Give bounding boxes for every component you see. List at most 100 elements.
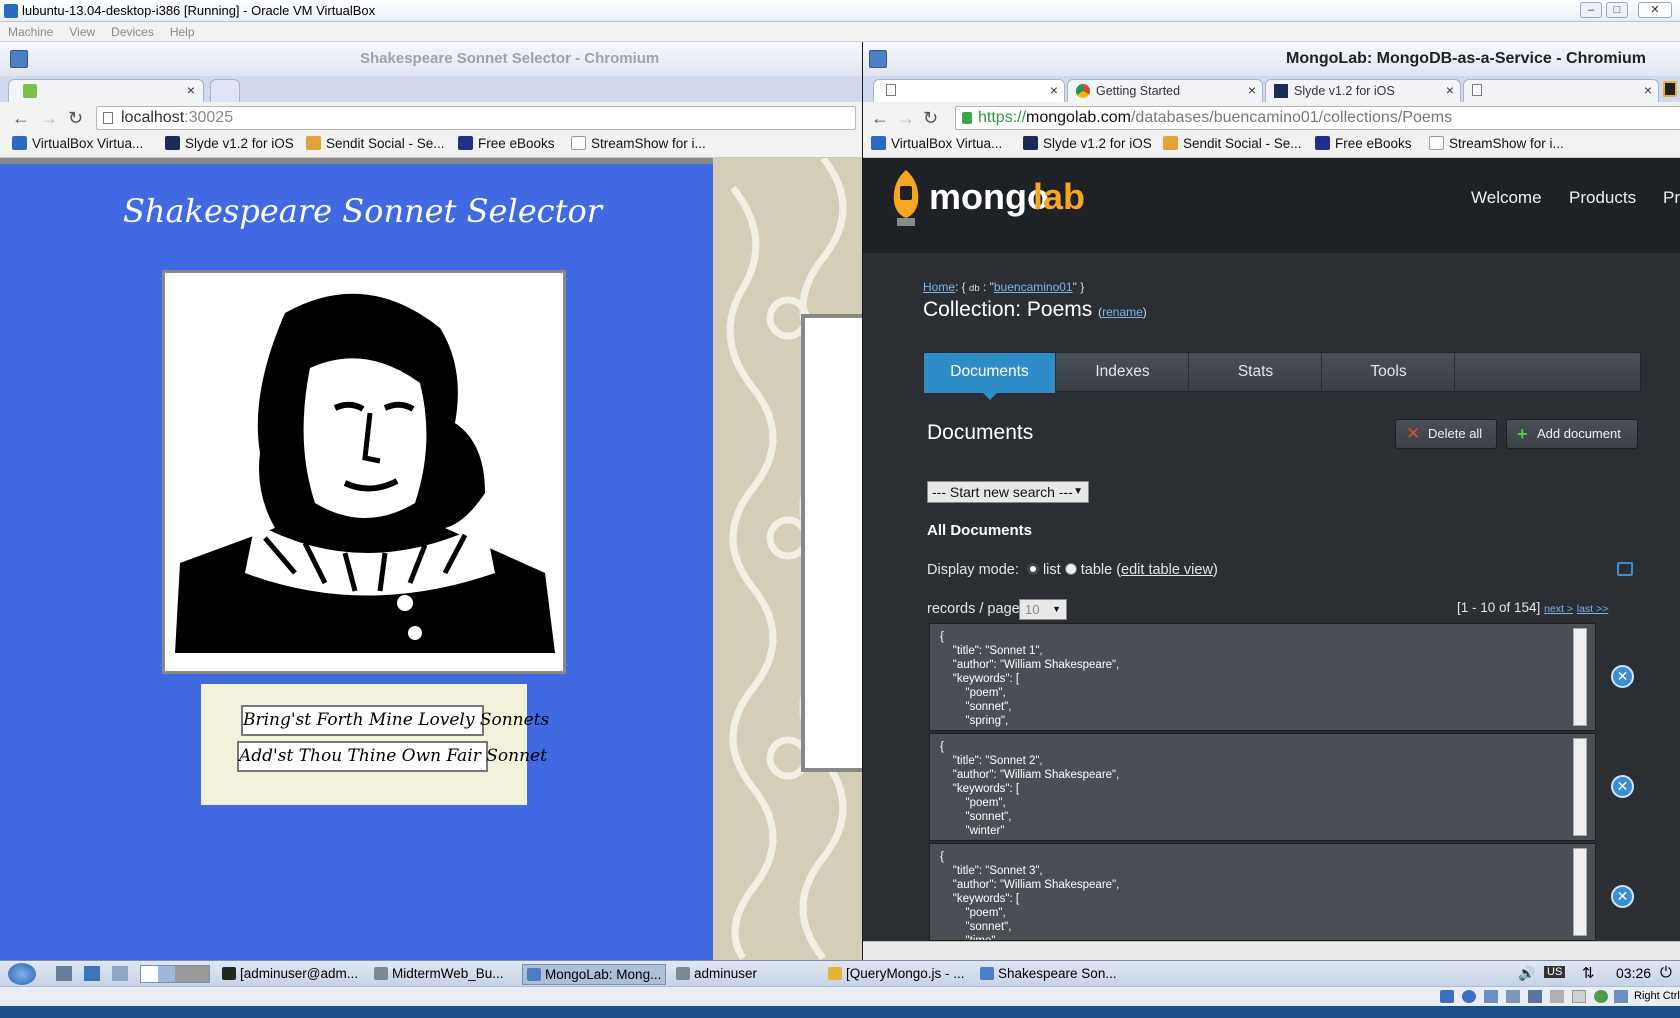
right-tab-blank[interactable]: × [873,79,1065,102]
back-arrow-icon[interactable]: ← [12,108,30,129]
right-tab-blank-2[interactable]: × [1463,79,1659,102]
document-item-1[interactable]: { "title": "Sonnet 1", "author": "Willia… [929,623,1596,731]
document-scrollbar[interactable] [1573,848,1587,936]
reload-icon[interactable]: ↻ [68,108,83,129]
plus-icon: + [1517,424,1528,444]
edit-table-view-link[interactable]: edit table view [1121,562,1213,578]
export-icon[interactable] [1617,562,1633,576]
left-toolbar: ← → ↻ localhost:30025 [0,102,862,132]
file-manager-icon[interactable] [56,966,72,981]
show-desktop-icon[interactable] [112,966,128,981]
tab-tools[interactable]: Tools [1323,353,1455,393]
keyboard-icon[interactable] [1614,990,1628,1003]
left-window-title: Shakespeare Sonnet Selector - Chromium [360,50,660,67]
records-per-page-select[interactable]: 10 ▼ [1019,599,1067,620]
bookmark-sendit[interactable]: Sendit Social - Se... [1163,136,1302,151]
menu-devices[interactable]: Devices [111,22,154,42]
task-adminuser[interactable]: adminuser [676,964,757,985]
ebooks-icon [1315,136,1330,150]
maximize-button[interactable]: □ [1606,2,1628,18]
minimize-button[interactable]: – [1580,2,1602,18]
reload-icon[interactable]: ↻ [923,108,938,129]
task-querymongo[interactable]: [QueryMongo.js - ... [828,964,965,985]
right-tab-slyde[interactable]: Slyde v1.2 for iOS × [1265,79,1461,102]
tab-close-icon[interactable]: × [1446,82,1454,98]
menu-view[interactable]: View [69,22,95,42]
usb-icon[interactable] [1484,990,1498,1003]
brand-lab[interactable]: lab [1033,176,1085,218]
close-button[interactable]: ✕ [1638,2,1672,18]
right-bookmarks-bar: VirtualBox Virtua... Slyde v1.2 for iOS … [863,132,1680,158]
left-tab-active[interactable]: × [8,79,204,102]
capture-icon[interactable] [1572,990,1586,1003]
bookmark-free-ebooks[interactable]: Free eBooks [458,136,555,151]
nav-products[interactable]: Products [1569,188,1636,208]
document-scrollbar[interactable] [1573,738,1587,836]
tab-documents[interactable]: Documents [924,353,1056,393]
task-mongolab[interactable]: MongoLab: Mong... [522,964,667,985]
next-page-link[interactable]: next > [1544,603,1573,615]
document-item-3[interactable]: { "title": "Sonnet 3", "author": "Willia… [929,843,1596,941]
menu-machine[interactable]: Machine [8,22,53,42]
bookmark-slyde[interactable]: Slyde v1.2 for iOS [165,136,294,151]
rename-link[interactable]: rename [1102,305,1143,319]
document-scrollbar[interactable] [1573,628,1587,726]
forward-arrow-icon[interactable]: → [40,108,58,129]
tab-close-icon[interactable]: × [1248,82,1256,98]
left-address-bar[interactable]: localhost:30025 [96,106,856,130]
nav-cutoff[interactable]: Pr [1663,188,1680,208]
mouse-integration-icon[interactable] [1594,990,1608,1003]
radio-table[interactable] [1064,563,1077,575]
delete-all-button[interactable]: ✕ Delete all [1395,419,1497,449]
new-tab-button[interactable] [210,79,240,102]
last-page-link[interactable]: last >> [1577,603,1609,615]
right-address-bar[interactable]: https://mongolab.com/databases/buencamin… [955,106,1680,130]
bookmark-sendit[interactable]: Sendit Social - Se... [306,136,445,151]
bookmark-streamshow[interactable]: StreamShow for i... [571,136,706,151]
delete-document-icon[interactable]: ✕ [1611,775,1634,798]
nav-welcome[interactable]: Welcome [1471,188,1542,208]
tab-close-icon[interactable]: × [1050,82,1058,98]
document-item-2[interactable]: { "title": "Sonnet 2", "author": "Willia… [929,733,1596,841]
bookmark-streamshow[interactable]: StreamShow for i... [1429,136,1564,151]
horizontal-scrollbar[interactable] [863,941,1680,960]
back-arrow-icon[interactable]: ← [871,108,889,129]
bookmark-virtualbox[interactable]: VirtualBox Virtua... [871,136,1002,151]
logout-icon[interactable]: ⏻ [1660,964,1672,981]
network-icon[interactable]: ⇅ [1582,964,1595,982]
forward-arrow-icon[interactable]: → [897,108,915,129]
hdd-icon[interactable] [1440,990,1454,1003]
display-icon[interactable] [1550,990,1564,1003]
brand-mongo[interactable]: mongo [929,176,1049,218]
radio-list[interactable] [1026,563,1039,575]
bring-sonnets-button[interactable]: Bring'st Forth Mine Lovely Sonnets [241,705,549,736]
delete-document-icon[interactable]: ✕ [1611,885,1634,908]
tab-stats[interactable]: Stats [1190,353,1322,393]
workspace-switcher[interactable] [140,965,210,983]
search-select[interactable]: --- Start new search --- ▼ [927,481,1089,503]
user-profile-icon[interactable] [1663,81,1677,97]
add-document-button[interactable]: + Add document [1506,419,1638,449]
network-adapter-icon[interactable] [1506,990,1520,1003]
tab-indexes[interactable]: Indexes [1057,353,1189,393]
bookmark-slyde[interactable]: Slyde v1.2 for iOS [1023,136,1152,151]
task-terminal[interactable]: [adminuser@adm... [222,964,358,985]
task-shakespeare[interactable]: Shakespeare Son... [980,964,1117,985]
bookmark-free-ebooks[interactable]: Free eBooks [1315,136,1412,151]
right-tab-getting-started[interactable]: Getting Started × [1067,79,1263,102]
cd-icon[interactable] [1462,990,1476,1003]
add-sonnet-button[interactable]: Add'st Thou Thine Own Fair Sonnet [237,741,547,772]
breadcrumb-db[interactable]: buencamino01 [994,280,1073,294]
menu-help[interactable]: Help [170,22,195,42]
shared-folder-icon[interactable] [1528,990,1542,1003]
keyboard-layout[interactable]: US [1544,966,1566,978]
tab-close-icon[interactable]: × [1644,82,1652,98]
browser-launcher-icon[interactable] [84,966,100,981]
delete-document-icon[interactable]: ✕ [1611,665,1634,688]
breadcrumb-home[interactable]: Home [923,280,955,294]
start-menu-icon[interactable] [8,963,36,985]
volume-icon[interactable]: 🔊 [1518,965,1535,982]
tab-close-icon[interactable]: × [187,82,195,98]
task-midtermweb[interactable]: MidtermWeb_Bu... [374,964,504,985]
bookmark-virtualbox[interactable]: VirtualBox Virtua... [12,136,143,151]
